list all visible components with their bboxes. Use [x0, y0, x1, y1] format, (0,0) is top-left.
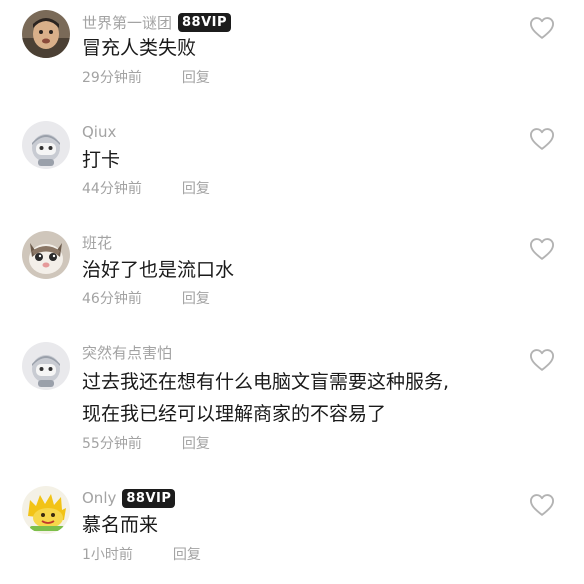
user-avatar[interactable] [22, 342, 70, 390]
reply-button[interactable]: 回复 [182, 288, 210, 308]
timestamp: 55分钟前 [82, 436, 142, 452]
like-button[interactable] [528, 14, 556, 42]
comment-item: 突然有点害怕 过去我还在想有什么电脑文盲需要这种服务, 现在我已经可以理解商家的… [0, 331, 584, 466]
reply-button[interactable]: 回复 [182, 433, 210, 453]
comment-item: 班花 治好了也是流口水 46分钟前 回复 [0, 221, 584, 321]
comment-item: Only 88VIP 慕名而来 1小时前 回复 [0, 476, 584, 576]
comment-text-line: 过去我还在想有什么电脑文盲需要这种服务, [82, 371, 450, 393]
default-avatar-icon [22, 342, 70, 390]
comment-text: 冒充人类失败 [82, 37, 197, 59]
comment-text-line: 现在我已经可以理解商家的不容易了 [82, 403, 387, 425]
username[interactable]: 世界第一谜团 [82, 12, 172, 33]
like-button[interactable] [528, 491, 556, 519]
comment-meta: 1小时前 回复 [82, 543, 201, 565]
name-row: 世界第一谜团 88VIP [82, 10, 232, 34]
heart-outline-icon [529, 494, 555, 516]
like-button[interactable] [528, 125, 556, 153]
comment-text: 慕名而来 [82, 514, 159, 536]
comment-item: 世界第一谜团 88VIP 冒充人类失败 29分钟前 回复 [0, 0, 584, 100]
username[interactable]: Only [82, 489, 116, 507]
timestamp: 44分钟前 [82, 181, 142, 197]
reply-button[interactable]: 回复 [173, 544, 201, 564]
timestamp: 46分钟前 [82, 291, 142, 307]
comment-item: Qiux 打卡 44分钟前 回复 [0, 110, 584, 210]
timestamp: 1小时前 [82, 547, 133, 563]
comment-list: 世界第一谜团 88VIP 冒充人类失败 29分钟前 回复 Qiux 打卡 44分… [0, 0, 584, 584]
username[interactable]: 突然有点害怕 [82, 342, 172, 363]
name-row: 班花 [82, 230, 112, 254]
username[interactable]: Qiux [82, 123, 116, 141]
user-avatar[interactable] [22, 121, 70, 169]
comment-meta: 29分钟前 回复 [82, 66, 210, 88]
default-avatar-icon [22, 121, 70, 169]
username[interactable]: 班花 [82, 232, 112, 253]
comment-meta: 44分钟前 回复 [82, 177, 210, 199]
user-avatar[interactable] [22, 10, 70, 58]
heart-outline-icon [529, 128, 555, 150]
cartoon-avatar-icon [22, 486, 70, 534]
comment-meta: 46分钟前 回复 [82, 287, 210, 309]
comment-meta: 55分钟前 回复 [82, 432, 210, 454]
cat-avatar-icon [22, 231, 70, 279]
vip-badge: 88VIP [178, 12, 232, 32]
timestamp: 29分钟前 [82, 70, 142, 86]
heart-outline-icon [529, 17, 555, 39]
name-row: 突然有点害怕 [82, 340, 172, 364]
reply-button[interactable]: 回复 [182, 67, 210, 87]
photo-avatar-icon [22, 10, 70, 58]
comment-text: 打卡 [82, 149, 121, 171]
heart-outline-icon [529, 238, 555, 260]
vip-badge: 88VIP [122, 488, 176, 508]
user-avatar[interactable] [22, 486, 70, 534]
name-row: Only 88VIP [82, 486, 176, 510]
comment-text: 过去我还在想有什么电脑文盲需要这种服务, 现在我已经可以理解商家的不容易了 [82, 366, 522, 430]
heart-outline-icon [529, 349, 555, 371]
like-button[interactable] [528, 346, 556, 374]
like-button[interactable] [528, 235, 556, 263]
name-row: Qiux [82, 120, 116, 144]
comment-text: 治好了也是流口水 [82, 259, 235, 281]
user-avatar[interactable] [22, 231, 70, 279]
reply-button[interactable]: 回复 [182, 178, 210, 198]
